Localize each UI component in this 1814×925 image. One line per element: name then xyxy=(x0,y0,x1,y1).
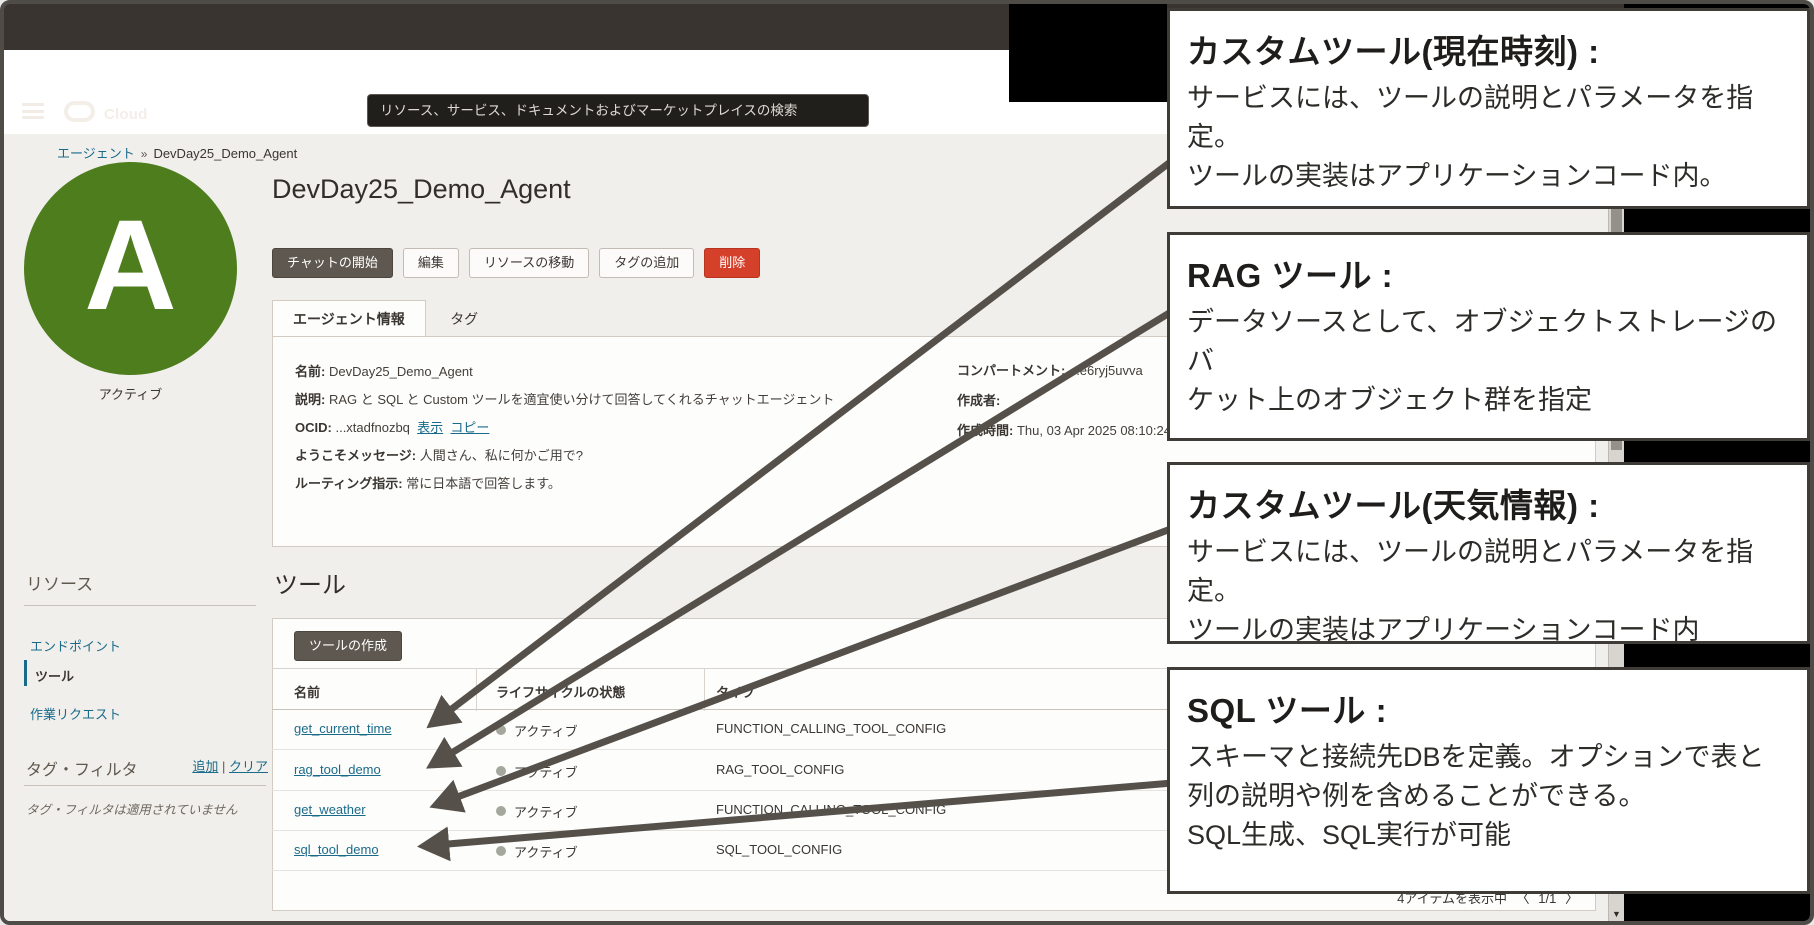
callout-line: SQL生成、SQL実行が可能 xyxy=(1187,820,1512,850)
edit-button[interactable]: 編集 xyxy=(402,248,459,278)
callout-line: ツールの実装はアプリケーションコード内。 xyxy=(1187,161,1727,191)
action-button-row: チャットの開始 編集 リソースの移動 タグの追加 削除 xyxy=(272,248,761,278)
create-tool-button[interactable]: ツールの作成 xyxy=(294,631,403,661)
callout-sql-tool: SQL ツール : スキーマと接続先DBを定義。オプションで表と 列の説明や例を… xyxy=(1167,667,1810,894)
agent-avatar: A xyxy=(24,162,237,375)
tag-filter-link-separator: | xyxy=(221,759,226,774)
tool-link[interactable]: sql_tool_demo xyxy=(294,842,379,857)
breadcrumb: エージェント » DevDay25_Demo_Agent xyxy=(57,143,297,162)
hamburger-menu-icon[interactable] xyxy=(22,103,44,119)
status-dot-icon xyxy=(496,846,506,856)
callout-title: RAG ツール : xyxy=(1187,257,1394,294)
ocid-copy-link[interactable]: コピー xyxy=(450,420,489,435)
callout-line: スキーマと接続先DBを定義。オプションで表と xyxy=(1187,742,1765,772)
tab-tags[interactable]: タグ xyxy=(430,301,498,338)
callout-line: ケット上のオブジェクト群を指定 xyxy=(1187,385,1592,415)
tag-filter-divider xyxy=(24,785,266,786)
breadcrumb-current: DevDay25_Demo_Agent xyxy=(153,146,298,161)
tool-link[interactable]: get_current_time xyxy=(294,721,392,736)
tag-filter-add-link[interactable]: 追加 xyxy=(192,759,218,774)
start-chat-button[interactable]: チャットの開始 xyxy=(272,248,393,278)
scrollbar-down-icon[interactable]: ▼ xyxy=(1609,909,1624,919)
sidebar-item-work-requests[interactable]: 作業リクエスト xyxy=(30,704,121,723)
sidebar-divider xyxy=(24,605,256,606)
delete-button[interactable]: 削除 xyxy=(704,248,761,278)
header-separator xyxy=(476,669,477,711)
callout-line: データソースとして、オブジェクトストレージのバ xyxy=(1187,307,1777,376)
callout-line: ツールの実装はアプリケーションコード内 xyxy=(1187,615,1700,645)
tool-state: アクティブ xyxy=(514,845,578,860)
tab-bar: エージェント情報 タグ xyxy=(272,300,498,338)
sidebar-active-bar xyxy=(24,660,27,686)
callout-title: カスタムツール(天気情報) : xyxy=(1187,487,1600,524)
global-search-input[interactable]: リソース、サービス、ドキュメントおよびマーケットプレイスの検索 xyxy=(367,94,869,127)
status-dot-icon xyxy=(496,766,506,776)
sidebar-resources-title: リソース xyxy=(26,575,94,594)
callout-line: 列の説明や例を含めることができる。 xyxy=(1187,781,1646,811)
callout-title: SQL ツール : xyxy=(1187,692,1388,729)
callout-custom-tool-weather: カスタムツール(天気情報) : サービスには、ツールの説明とパラメータを指定。 … xyxy=(1167,462,1810,645)
ocid-show-link[interactable]: 表示 xyxy=(417,420,443,435)
header-name: 名前 xyxy=(294,685,321,700)
tool-type: RAG_TOOL_CONFIG xyxy=(716,762,845,777)
callout-line: サービスには、ツールの説明とパラメータを指定。 xyxy=(1187,537,1754,606)
callout-rag-tool: RAG ツール : データソースとして、オブジェクトストレージのバ ケット上のオ… xyxy=(1167,232,1810,441)
agent-status-label: アクティブ xyxy=(98,387,163,402)
slide-canvas: Cloud リソース、サービス、ドキュメントおよびマーケットプレイスの検索 エー… xyxy=(0,0,1814,925)
tool-link[interactable]: rag_tool_demo xyxy=(294,762,381,777)
tool-type: FUNCTION_CALLING_TOOL_CONFIG xyxy=(716,802,947,817)
tag-filter-title: タグ・フィルタ xyxy=(26,762,138,779)
tool-link[interactable]: get_weather xyxy=(294,802,366,817)
oracle-logo-icon xyxy=(64,101,95,122)
breadcrumb-separator: » xyxy=(140,147,148,161)
status-dot-icon xyxy=(496,725,506,735)
breadcrumb-parent-link[interactable]: エージェント xyxy=(57,146,135,161)
callout-title: カスタムツール(現在時刻) : xyxy=(1187,33,1600,70)
tool-type: FUNCTION_CALLING_TOOL_CONFIG xyxy=(716,721,947,736)
move-resource-button[interactable]: リソースの移動 xyxy=(468,248,590,278)
add-tags-button[interactable]: タグの追加 xyxy=(599,248,695,278)
tool-state: アクティブ xyxy=(514,724,578,739)
page-title: DevDay25_Demo_Agent xyxy=(272,174,571,204)
tab-agent-info[interactable]: エージェント情報 xyxy=(272,300,426,337)
sidebar-item-endpoints[interactable]: エンドポイント xyxy=(30,636,121,655)
tool-state: アクティブ xyxy=(514,765,578,780)
brand-label: Cloud xyxy=(104,106,148,123)
tool-state: アクティブ xyxy=(514,805,578,820)
sidebar-item-tools[interactable]: ツール xyxy=(35,666,74,685)
tools-section-title: ツール xyxy=(274,572,346,599)
tool-type: SQL_TOOL_CONFIG xyxy=(716,842,843,857)
black-mask-top xyxy=(1009,4,1167,102)
status-dot-icon xyxy=(496,806,506,816)
tag-filter-header: タグ・フィルタ 追加 | クリア xyxy=(26,756,268,780)
tag-filter-clear-link[interactable]: クリア xyxy=(229,759,268,774)
header-type: タイプ xyxy=(716,685,756,700)
callout-line: サービスには、ツールの説明とパラメータを指定。 xyxy=(1187,83,1754,152)
header-separator xyxy=(704,669,705,711)
header-lifecycle-state: ライフサイクルの状態 xyxy=(496,685,626,700)
callout-custom-tool-time: カスタムツール(現在時刻) : サービスには、ツールの説明とパラメータを指定。 … xyxy=(1167,8,1810,209)
tag-filter-empty-note: タグ・フィルタは適用されていません xyxy=(26,803,238,817)
